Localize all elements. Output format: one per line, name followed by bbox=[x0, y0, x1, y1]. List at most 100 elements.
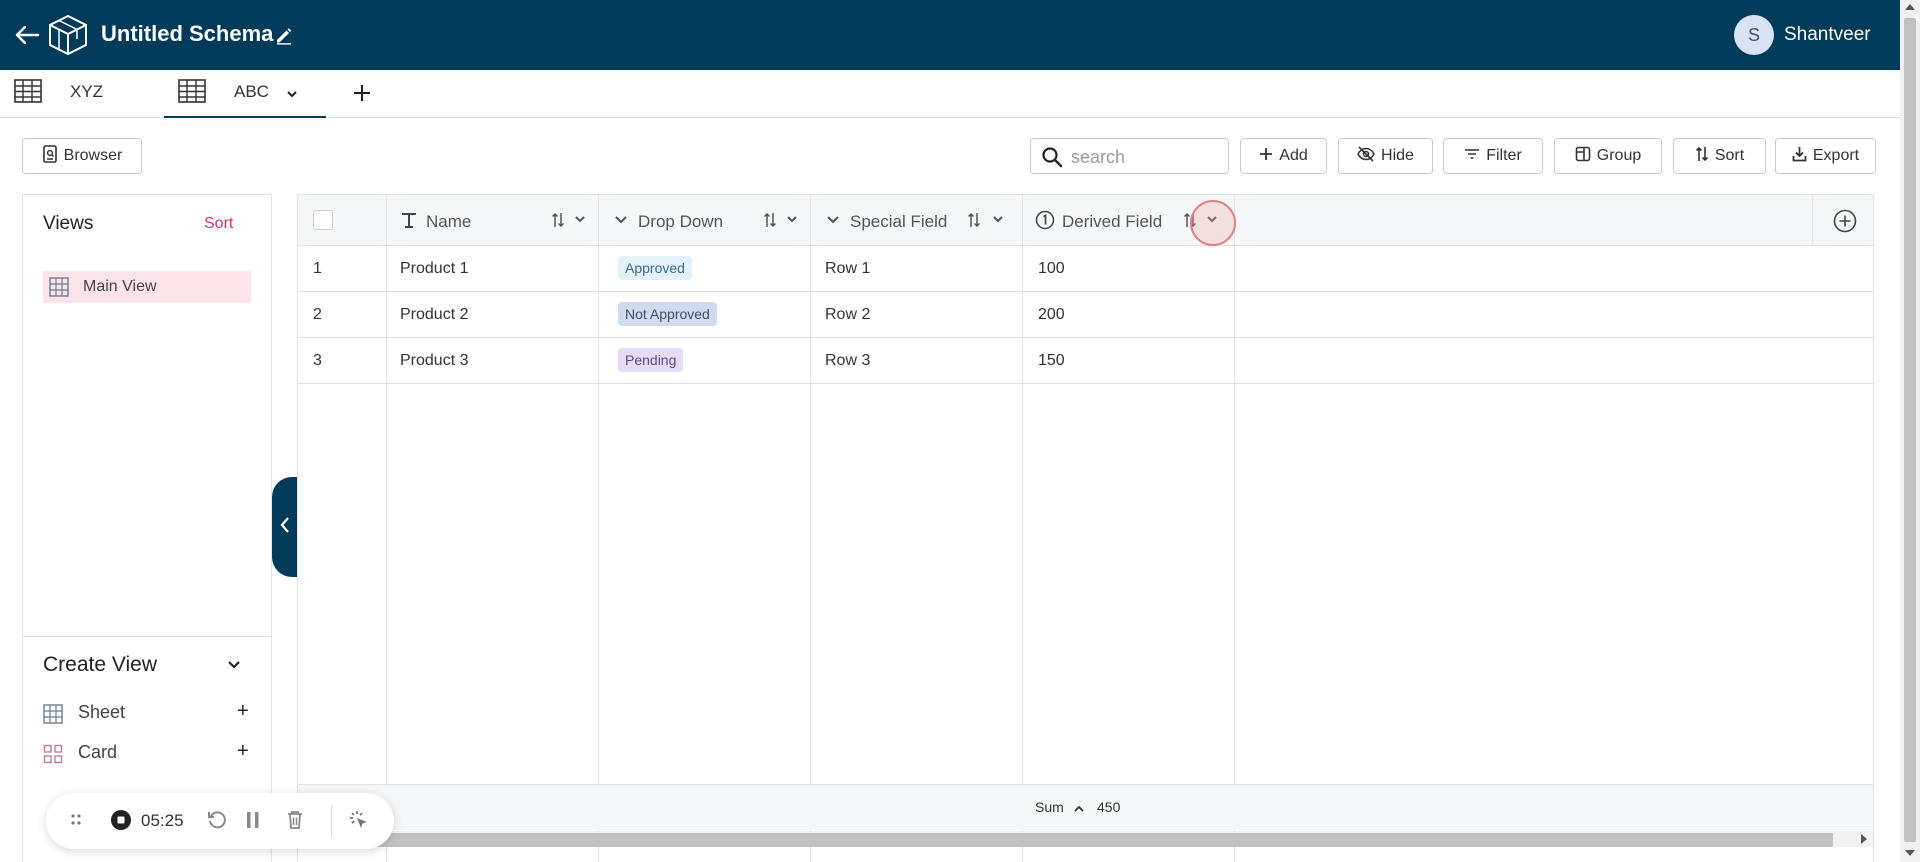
cell-name[interactable]: Product 3 bbox=[400, 352, 468, 370]
back-arrow-icon[interactable] bbox=[10, 18, 44, 52]
sort-button[interactable]: Sort bbox=[1673, 138, 1766, 174]
sort-label: Sort bbox=[1714, 147, 1745, 164]
search-box[interactable] bbox=[1030, 138, 1229, 174]
chevron-down-icon[interactable] bbox=[227, 657, 241, 675]
chevron-left-icon bbox=[279, 516, 291, 539]
grid-header-row: Name Drop Down Special Field Derived Fie… bbox=[298, 195, 1873, 246]
chevron-up-icon[interactable] bbox=[1073, 801, 1085, 819]
schema-cube-logo-icon bbox=[46, 13, 90, 57]
cell-name[interactable]: Product 1 bbox=[400, 260, 468, 278]
tab-chevron-down-icon[interactable] bbox=[286, 86, 298, 104]
column-menu-chevron-icon[interactable] bbox=[786, 212, 798, 231]
tab-xyz[interactable]: XYZ bbox=[0, 70, 162, 116]
view-item-label: Main View bbox=[83, 278, 157, 295]
scroll-right-arrow-icon[interactable] bbox=[1861, 834, 1867, 844]
select-all-checkbox[interactable] bbox=[313, 210, 333, 230]
table-row[interactable]: 2 Product 2 Not Approved Row 2 200 bbox=[298, 292, 1873, 338]
add-card-plus-icon[interactable]: + bbox=[237, 740, 249, 763]
views-title: Views bbox=[43, 213, 94, 234]
stop-record-icon[interactable] bbox=[110, 809, 132, 836]
browser-label: Browser bbox=[63, 147, 123, 164]
tab-abc[interactable]: ABC bbox=[164, 70, 326, 118]
browser-button[interactable]: Browser bbox=[22, 138, 142, 174]
page-vertical-scrollbar[interactable] bbox=[1900, 0, 1920, 862]
column-menu-chevron-icon[interactable] bbox=[1206, 212, 1218, 231]
search-input[interactable] bbox=[1071, 145, 1221, 169]
add-column-plus-circle-icon[interactable] bbox=[1833, 209, 1857, 238]
create-view-card[interactable]: Card + bbox=[43, 739, 253, 769]
cell-special-field[interactable]: Row 1 bbox=[825, 260, 870, 278]
recording-timer: 05:25 bbox=[141, 811, 184, 830]
download-icon bbox=[1792, 146, 1807, 167]
cell-derived-field: 150 bbox=[1038, 352, 1065, 369]
table-row[interactable]: 3 Product 3 Pending Row 3 150 bbox=[298, 338, 1873, 384]
column-header-label: Special Field bbox=[850, 212, 948, 231]
status-badge[interactable]: Not Approved bbox=[618, 302, 717, 326]
add-column-cell bbox=[1812, 195, 1873, 246]
magic-click-effect-icon[interactable] bbox=[348, 809, 370, 836]
summary-footer-row: Sum 450 bbox=[298, 784, 1873, 830]
sort-arrows-icon[interactable] bbox=[966, 211, 982, 234]
pause-icon[interactable] bbox=[244, 810, 262, 835]
select-all-cell bbox=[298, 195, 386, 246]
add-sheet-plus-icon[interactable]: + bbox=[237, 700, 249, 723]
column-header-drop-down[interactable]: Drop Down bbox=[598, 195, 810, 246]
table-row[interactable]: 1 Product 1 Approved Row 1 100 bbox=[298, 246, 1873, 292]
column-menu-chevron-icon[interactable] bbox=[574, 212, 586, 231]
sort-arrows-icon[interactable] bbox=[762, 211, 778, 234]
create-view-label: Card bbox=[78, 742, 118, 762]
scroll-up-arrow-icon[interactable] bbox=[1905, 4, 1915, 10]
table-grid-icon bbox=[14, 79, 42, 105]
cell-special-field[interactable]: Row 2 bbox=[825, 306, 870, 324]
filter-lines-icon bbox=[1464, 147, 1480, 165]
scroll-down-arrow-icon[interactable] bbox=[1905, 850, 1915, 856]
recorder-divider bbox=[331, 805, 332, 837]
status-badge[interactable]: Approved bbox=[618, 256, 692, 280]
drag-handle-icon[interactable] bbox=[70, 811, 82, 834]
filter-button[interactable]: Filter bbox=[1443, 138, 1543, 174]
view-item-main-view[interactable]: Main View bbox=[43, 271, 251, 303]
hide-button[interactable]: Hide bbox=[1338, 138, 1433, 174]
trash-icon[interactable] bbox=[286, 810, 304, 835]
column-header-special-field[interactable]: Special Field bbox=[810, 195, 1022, 246]
sum-label[interactable]: Sum bbox=[1035, 799, 1064, 815]
horizontal-scrollbar[interactable] bbox=[298, 831, 1873, 847]
data-grid: Name Drop Down Special Field Derived Fie… bbox=[297, 194, 1874, 862]
plus-icon bbox=[1259, 147, 1273, 166]
user-avatar[interactable]: S bbox=[1734, 15, 1774, 55]
grid-icon bbox=[49, 277, 69, 302]
screen-recorder-widget: 05:25 bbox=[46, 793, 394, 849]
cell-derived-field: 100 bbox=[1038, 260, 1065, 277]
sum-value: 450 bbox=[1097, 799, 1121, 815]
group-button[interactable]: Group bbox=[1554, 138, 1662, 174]
card-grid-icon bbox=[43, 744, 63, 769]
add-button[interactable]: Add bbox=[1240, 138, 1327, 174]
row-number: 1 bbox=[313, 260, 322, 277]
filter-label: Filter bbox=[1486, 147, 1522, 164]
sidebar-collapse-handle[interactable] bbox=[272, 477, 298, 577]
add-tab-plus-icon[interactable] bbox=[347, 78, 377, 108]
views-sort-link[interactable]: Sort bbox=[204, 215, 233, 233]
scrollbar-thumb[interactable] bbox=[1904, 18, 1916, 842]
cell-name[interactable]: Product 2 bbox=[400, 306, 468, 324]
table-grid-icon bbox=[178, 79, 206, 105]
edit-pencil-icon[interactable] bbox=[274, 25, 294, 45]
cell-derived-field: 200 bbox=[1038, 306, 1065, 323]
restart-icon[interactable] bbox=[206, 809, 228, 836]
sort-arrows-icon[interactable] bbox=[1182, 211, 1198, 234]
user-name[interactable]: Shantveer bbox=[1784, 24, 1871, 46]
row-number: 3 bbox=[313, 352, 322, 369]
create-view-sheet[interactable]: Sheet + bbox=[43, 699, 253, 729]
search-icon bbox=[1041, 146, 1063, 173]
views-sidebar: Views Sort Main View Create View Sheet +… bbox=[22, 194, 272, 862]
export-button[interactable]: Export bbox=[1775, 138, 1876, 174]
create-view-title[interactable]: Create View bbox=[43, 653, 157, 677]
column-header-derived-field[interactable]: Derived Field bbox=[1022, 195, 1234, 246]
scrollbar-thumb[interactable] bbox=[298, 833, 1833, 847]
sort-arrows-icon[interactable] bbox=[550, 211, 566, 234]
schema-title: Untitled Schema bbox=[101, 21, 274, 46]
cell-special-field[interactable]: Row 3 bbox=[825, 352, 870, 370]
column-menu-chevron-icon[interactable] bbox=[992, 212, 1004, 231]
status-badge[interactable]: Pending bbox=[618, 348, 684, 372]
column-header-name[interactable]: Name bbox=[386, 195, 598, 246]
